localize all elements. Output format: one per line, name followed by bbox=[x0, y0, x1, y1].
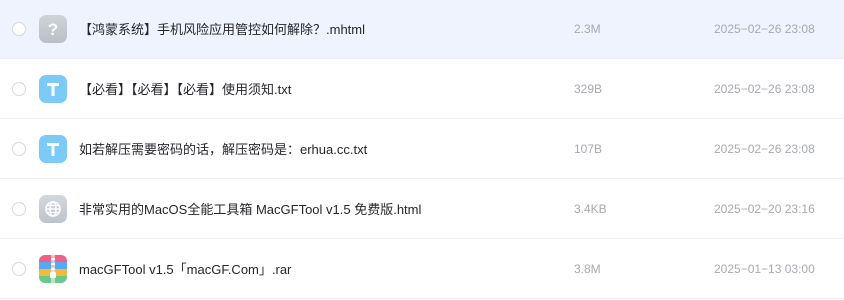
unknown-file-icon: ? bbox=[39, 15, 67, 43]
file-row[interactable]: macGFTool v1.5「macGF.Com」.rar 3.8M 2025−… bbox=[0, 240, 844, 299]
file-size: 2.3M bbox=[574, 22, 601, 36]
file-row[interactable]: ? 【鸿蒙系统】手机风险应用管控如何解除？.mhtml 2.3M 2025−02… bbox=[0, 0, 844, 59]
file-size: 3.4KB bbox=[574, 202, 607, 216]
file-date: 2025−02−20 23:16 bbox=[714, 202, 815, 216]
svg-text:?: ? bbox=[48, 20, 58, 39]
file-date: 2025−02−26 23:08 bbox=[714, 22, 815, 36]
select-checkbox[interactable] bbox=[12, 142, 26, 156]
file-row[interactable]: 【必看】【必看】【必看】使用须知.txt 329B 2025−02−26 23:… bbox=[0, 60, 844, 119]
file-name[interactable]: 非常实用的MacOS全能工具箱 MacGFTool v1.5 免费版.html bbox=[79, 180, 421, 239]
file-date: 2025−01−13 03:00 bbox=[714, 262, 815, 276]
file-row[interactable]: 如若解压需要密码的话，解压密码是：erhua.cc.txt 107B 2025−… bbox=[0, 120, 844, 179]
select-checkbox[interactable] bbox=[12, 262, 26, 276]
file-name[interactable]: 如若解压需要密码的话，解压密码是：erhua.cc.txt bbox=[79, 120, 367, 179]
text-file-icon bbox=[39, 75, 67, 103]
file-date: 2025−02−26 23:08 bbox=[714, 142, 815, 156]
web-file-icon bbox=[39, 195, 67, 223]
file-name[interactable]: 【必看】【必看】【必看】使用须知.txt bbox=[79, 60, 291, 119]
text-file-icon bbox=[39, 135, 67, 163]
file-list: ? 【鸿蒙系统】手机风险应用管控如何解除？.mhtml 2.3M 2025−02… bbox=[0, 0, 844, 300]
archive-file-icon bbox=[39, 255, 67, 283]
file-size: 329B bbox=[574, 82, 603, 96]
file-date: 2025−02−26 23:08 bbox=[714, 82, 815, 96]
select-checkbox[interactable] bbox=[12, 22, 26, 36]
file-name[interactable]: 【鸿蒙系统】手机风险应用管控如何解除？.mhtml bbox=[79, 0, 365, 59]
file-row[interactable]: 非常实用的MacOS全能工具箱 MacGFTool v1.5 免费版.html … bbox=[0, 180, 844, 239]
file-name[interactable]: macGFTool v1.5「macGF.Com」.rar bbox=[79, 240, 291, 299]
file-size: 107B bbox=[574, 142, 603, 156]
select-checkbox[interactable] bbox=[12, 82, 26, 96]
file-size: 3.8M bbox=[574, 262, 601, 276]
select-checkbox[interactable] bbox=[12, 202, 26, 216]
